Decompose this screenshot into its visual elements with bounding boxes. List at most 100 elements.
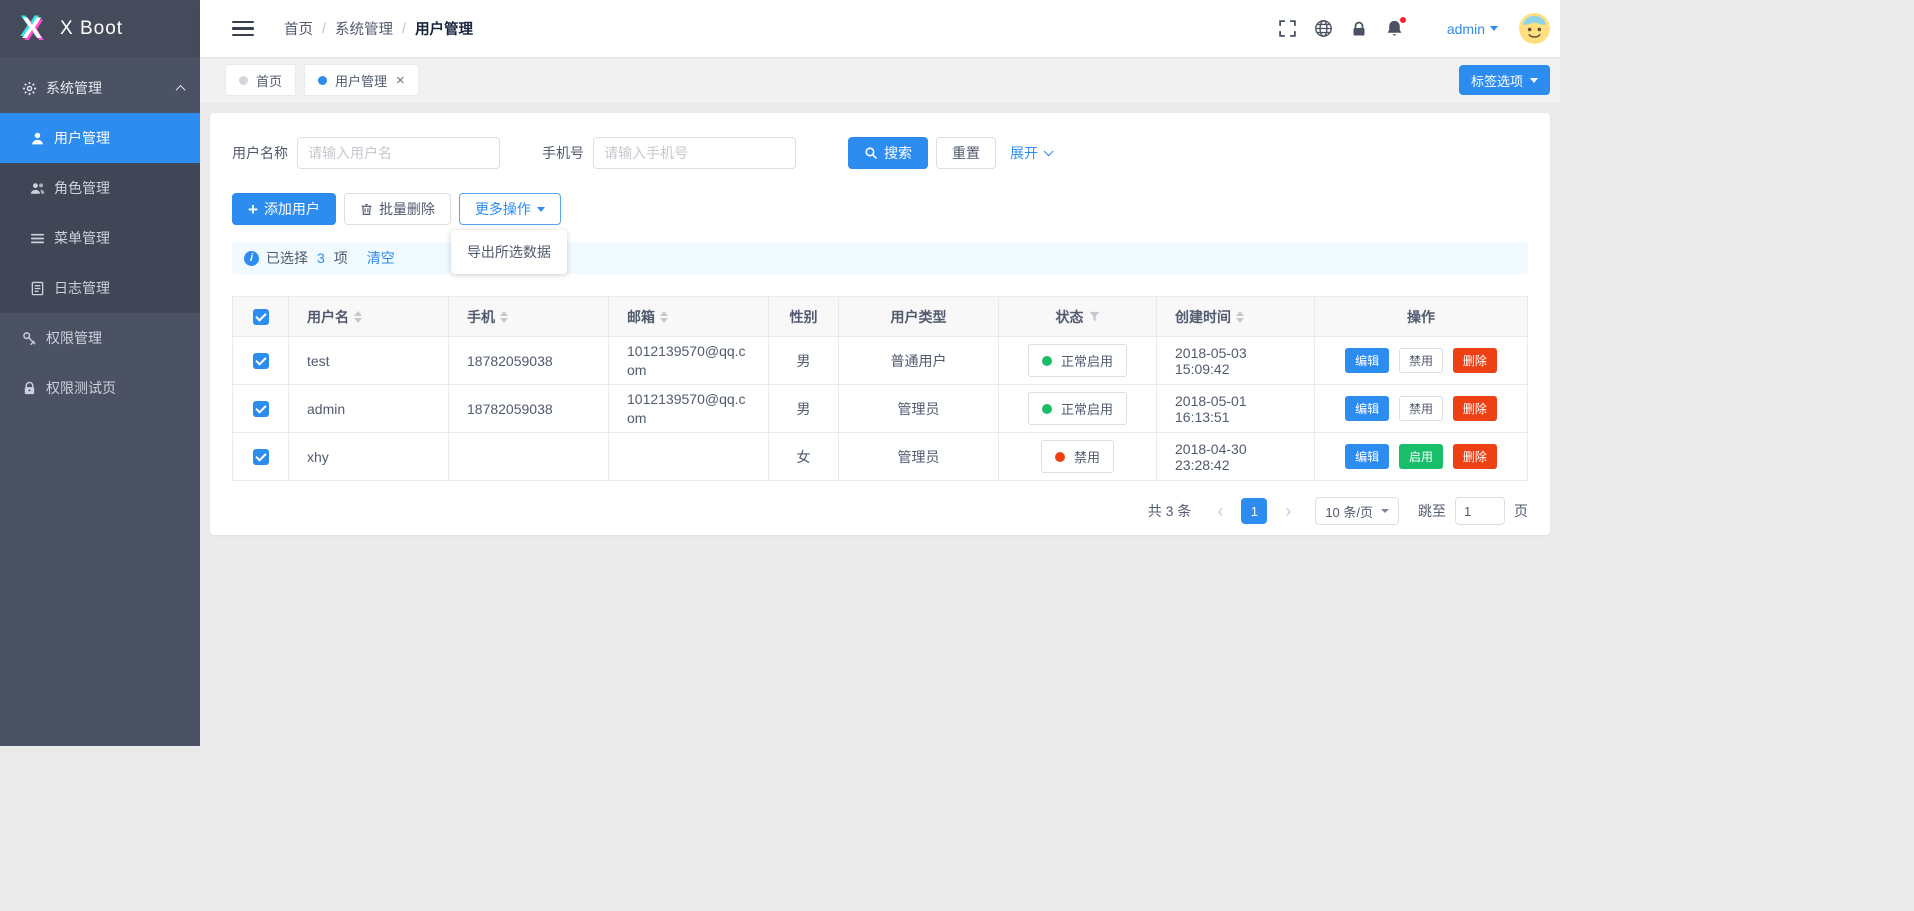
fullscreen-icon[interactable]: [1278, 19, 1297, 38]
lock-screen-icon[interactable]: [1350, 20, 1368, 38]
caret-down-icon: [537, 207, 545, 212]
trash-icon: [360, 203, 373, 216]
disable-button[interactable]: 禁用: [1399, 348, 1443, 373]
username-label: admin: [1447, 21, 1485, 37]
breadcrumb-home[interactable]: 首页: [284, 18, 313, 39]
page-size-select[interactable]: 10 条/页: [1315, 497, 1399, 525]
chevron-up-icon: [176, 84, 186, 94]
phone-cell: [449, 433, 609, 481]
user-menu[interactable]: admin: [1447, 21, 1498, 37]
tag-home[interactable]: 首页: [225, 64, 296, 96]
sidebar-item-role-manage[interactable]: 角色管理: [0, 163, 200, 213]
gender-cell: 男: [769, 385, 839, 433]
alert-suffix: 项: [334, 248, 348, 268]
batch-delete-button[interactable]: 批量删除: [344, 193, 451, 225]
clear-selection-link[interactable]: 清空: [367, 248, 395, 268]
delete-button[interactable]: 删除: [1453, 444, 1497, 469]
sort-icon[interactable]: [1236, 311, 1244, 323]
column-header-status: 状态: [999, 297, 1157, 337]
users-icon: [30, 181, 45, 196]
select-all-checkbox[interactable]: [253, 309, 269, 325]
search-button[interactable]: 搜索: [848, 137, 928, 169]
disable-button[interactable]: 禁用: [1399, 396, 1443, 421]
avatar[interactable]: [1519, 13, 1550, 44]
reset-button[interactable]: 重置: [936, 137, 996, 169]
main-area: 首页 / 系统管理 / 用户管理: [200, 0, 1560, 746]
tag-label: 用户管理: [335, 71, 387, 90]
table-row: test 18782059038 1012139570@qq.com 男 普通用…: [233, 337, 1528, 385]
row-checkbox[interactable]: [253, 353, 269, 369]
username-cell: test: [289, 337, 449, 385]
created-cell: 2018-05-01 16:13:51: [1157, 385, 1315, 433]
enable-button[interactable]: 启用: [1399, 444, 1443, 469]
notification-badge: [1399, 16, 1407, 24]
tag-options-button[interactable]: 标签选项: [1459, 65, 1550, 95]
top-header: 首页 / 系统管理 / 用户管理: [200, 0, 1560, 57]
sidebar-item-system-manage[interactable]: 系统管理: [0, 63, 200, 113]
search-form: 用户名称 手机号 搜索 重置 展开: [232, 137, 1528, 169]
user-management-card: 用户名称 手机号 搜索 重置 展开: [210, 113, 1550, 535]
phone-input[interactable]: [593, 137, 796, 169]
breadcrumb-section[interactable]: 系统管理: [335, 18, 393, 39]
menu-item-label: 日志管理: [54, 278, 110, 298]
delete-button[interactable]: 删除: [1453, 348, 1497, 373]
created-cell: 2018-05-03 15:09:42: [1157, 337, 1315, 385]
menu-toggle-button[interactable]: [232, 21, 254, 36]
info-icon: i: [244, 251, 259, 266]
selection-count: 3: [317, 250, 325, 266]
caret-down-icon: [1530, 78, 1538, 83]
app-logo[interactable]: XXX X Boot: [0, 0, 200, 57]
column-header-phone: 手机: [449, 297, 609, 337]
sidebar-item-user-manage[interactable]: 用户管理: [0, 113, 200, 163]
gear-icon: [22, 81, 37, 96]
sort-icon[interactable]: [500, 311, 508, 323]
menu-item-label: 权限管理: [46, 328, 102, 348]
content-area: 用户名称 手机号 搜索 重置 展开: [200, 103, 1560, 746]
gender-cell: 男: [769, 337, 839, 385]
prev-page-button[interactable]: ‹: [1208, 499, 1232, 523]
selection-alert: i 已选择 3 项 清空: [232, 242, 1528, 274]
row-checkbox[interactable]: [253, 449, 269, 465]
filter-icon[interactable]: [1089, 311, 1100, 322]
language-globe-icon[interactable]: [1314, 19, 1333, 38]
sort-icon[interactable]: [354, 311, 362, 323]
column-header-select: [233, 297, 289, 337]
plus-icon: +: [248, 201, 258, 218]
edit-button[interactable]: 编辑: [1345, 444, 1389, 469]
system-submenu: 用户管理 角色管理 菜单管理 日志管理: [0, 113, 200, 313]
add-user-button[interactable]: + 添加用户: [232, 193, 336, 225]
more-actions-dropdown: 导出所选数据: [451, 230, 567, 274]
column-header-username: 用户名: [289, 297, 449, 337]
select-cell: [233, 337, 289, 385]
page-unit-label: 页: [1514, 501, 1528, 521]
username-input[interactable]: [297, 137, 500, 169]
breadcrumb-separator: /: [402, 21, 406, 37]
edit-button[interactable]: 编辑: [1345, 348, 1389, 373]
jump-page-input[interactable]: [1455, 497, 1505, 525]
sidebar-item-permission-manage[interactable]: 权限管理: [0, 313, 200, 363]
tabs-bar: 首页 用户管理 × 标签选项: [200, 57, 1560, 103]
next-page-button[interactable]: ›: [1276, 499, 1300, 523]
sidebar-item-permission-test[interactable]: 权限测试页: [0, 363, 200, 413]
edit-button[interactable]: 编辑: [1345, 396, 1389, 421]
page-1-button[interactable]: 1: [1241, 498, 1267, 524]
row-checkbox[interactable]: [253, 401, 269, 417]
status-cell: 正常启用: [999, 337, 1157, 385]
sidebar-item-menu-manage[interactable]: 菜单管理: [0, 213, 200, 263]
dropdown-item-export[interactable]: 导出所选数据: [451, 235, 567, 269]
delete-button[interactable]: 删除: [1453, 396, 1497, 421]
total-count: 共 3 条: [1148, 501, 1192, 521]
select-cell: [233, 385, 289, 433]
username-cell: xhy: [289, 433, 449, 481]
tag-dot-icon: [318, 76, 327, 85]
sidebar: XXX X Boot 系统管理 用户管理 角色管理 菜单管: [0, 0, 200, 746]
more-actions-button[interactable]: 更多操作: [459, 193, 561, 225]
sidebar-item-log-manage[interactable]: 日志管理: [0, 263, 200, 313]
expand-link[interactable]: 展开: [1010, 143, 1050, 163]
tag-user-manage[interactable]: 用户管理 ×: [304, 64, 419, 96]
key-icon: [22, 331, 37, 346]
sort-icon[interactable]: [660, 311, 668, 323]
close-icon[interactable]: ×: [396, 73, 405, 88]
breadcrumb: 首页 / 系统管理 / 用户管理: [284, 18, 473, 39]
notifications-bell-icon[interactable]: [1385, 19, 1404, 38]
